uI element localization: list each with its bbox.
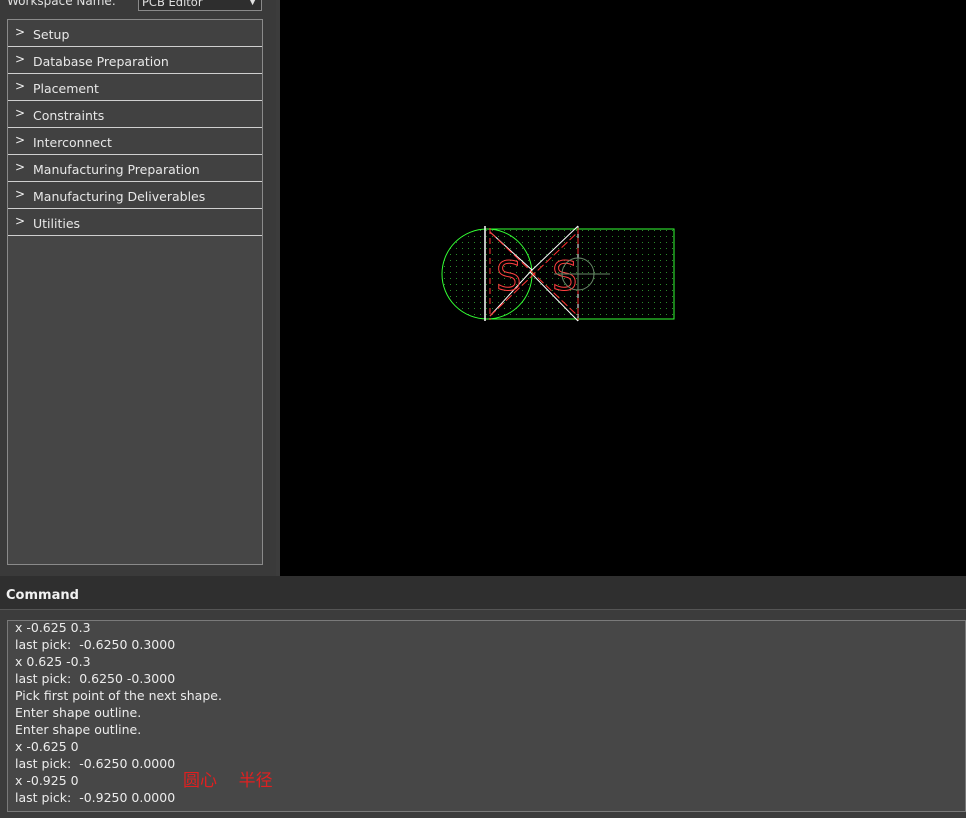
command-line: x -0.625 0 (15, 739, 79, 754)
flow-item-label: Database Preparation (33, 54, 169, 69)
command-line: last pick: -0.9250 0.0000 (15, 790, 176, 805)
workspace-label: Workspace Name: (7, 0, 116, 8)
command-header: Command (0, 576, 966, 610)
silkscreen-text: S (552, 254, 577, 300)
command-line: last pick: -0.6250 0.3000 (15, 637, 176, 652)
left-panel: Workspace Name: PCB Editor ▼ > Setup > D… (0, 0, 276, 576)
silkscreen-text: S (496, 254, 521, 300)
flow-item-manufacturing-preparation[interactable]: > Manufacturing Preparation (8, 155, 262, 182)
flow-item-label: Setup (33, 27, 70, 42)
chevron-right-icon: > (15, 214, 26, 228)
flow-item-label: Interconnect (33, 135, 112, 150)
workspace-row: Workspace Name: PCB Editor ▼ (0, 0, 276, 12)
command-console[interactable]: x -0.625 0.3 last pick: -0.6250 0.3000 x… (7, 620, 966, 812)
chevron-right-icon: > (15, 106, 26, 120)
flow-item-label: Utilities (33, 216, 81, 231)
chevron-right-icon: > (15, 79, 26, 93)
command-line: x -0.625 0.3 (15, 620, 91, 635)
red-annotation: 圆心 半径 (183, 771, 273, 791)
dropdown-arrow-icon: ▼ (249, 0, 256, 7)
design-canvas[interactable]: S S (280, 0, 966, 576)
command-title: Command (6, 588, 79, 603)
flow-item-label: Constraints (33, 108, 105, 123)
flow-item-label: Manufacturing Preparation (33, 162, 200, 177)
flow-item-database-preparation[interactable]: > Database Preparation (8, 47, 262, 74)
flow-item-placement[interactable]: > Placement (8, 74, 262, 101)
flow-item-setup[interactable]: > Setup (8, 20, 262, 47)
workspace-selected-value: PCB Editor (142, 0, 203, 9)
flow-item-label: Manufacturing Deliverables (33, 189, 206, 204)
command-line: last pick: 0.6250 -0.3000 (15, 671, 176, 686)
command-line: Enter shape outline. (15, 705, 142, 720)
flow-item-interconnect[interactable]: > Interconnect (8, 128, 262, 155)
chevron-right-icon: > (15, 133, 26, 147)
flow-item-label: Placement (33, 81, 99, 96)
flow-item-constraints[interactable]: > Constraints (8, 101, 262, 128)
flow-list: > Setup > Database Preparation > Placeme… (7, 19, 263, 565)
chevron-right-icon: > (15, 160, 26, 174)
flow-item-manufacturing-deliverables[interactable]: > Manufacturing Deliverables (8, 182, 262, 209)
command-line: Enter shape outline. (15, 722, 142, 737)
command-line: Pick first point of the next shape. (15, 688, 222, 703)
command-line: x 0.625 -0.3 (15, 654, 91, 669)
flow-item-utilities[interactable]: > Utilities (8, 209, 262, 236)
workspace-select[interactable]: PCB Editor ▼ (138, 0, 262, 11)
pcb-shape-drawing: S S (441, 225, 675, 322)
chevron-right-icon: > (15, 25, 26, 39)
chevron-right-icon: > (15, 52, 26, 66)
chevron-right-icon: > (15, 187, 26, 201)
